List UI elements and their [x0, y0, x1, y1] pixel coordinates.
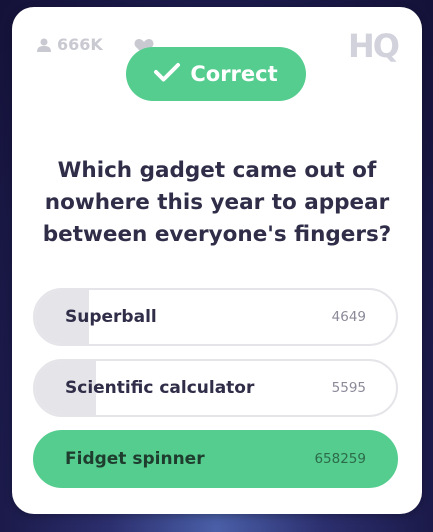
viewer-count-value: 666K — [57, 35, 103, 54]
answer-count: 5595 — [331, 380, 366, 396]
answer-option-fidget-spinner[interactable]: Fidget spinner 658259 — [33, 430, 398, 488]
correct-badge: Correct — [126, 47, 306, 101]
person-icon — [36, 38, 52, 52]
correct-label: Correct — [190, 62, 278, 86]
checkmark-icon — [154, 62, 181, 87]
viewer-count: 666K — [36, 35, 103, 54]
answer-label: Superball — [65, 307, 157, 327]
answer-label: Scientific calculator — [65, 378, 255, 398]
answer-label: Fidget spinner — [65, 449, 205, 469]
answer-option-scientific-calculator[interactable]: Scientific calculator 5595 — [33, 359, 398, 417]
question-card: 666K HQ Correct Which gadget came out of… — [12, 7, 422, 514]
answer-count: 658259 — [314, 451, 366, 467]
answer-option-superball[interactable]: Superball 4649 — [33, 288, 398, 346]
question-text: Which gadget came out of nowhere this ye… — [42, 158, 392, 247]
answer-count: 4649 — [331, 309, 366, 325]
hq-logo: HQ — [348, 27, 400, 65]
